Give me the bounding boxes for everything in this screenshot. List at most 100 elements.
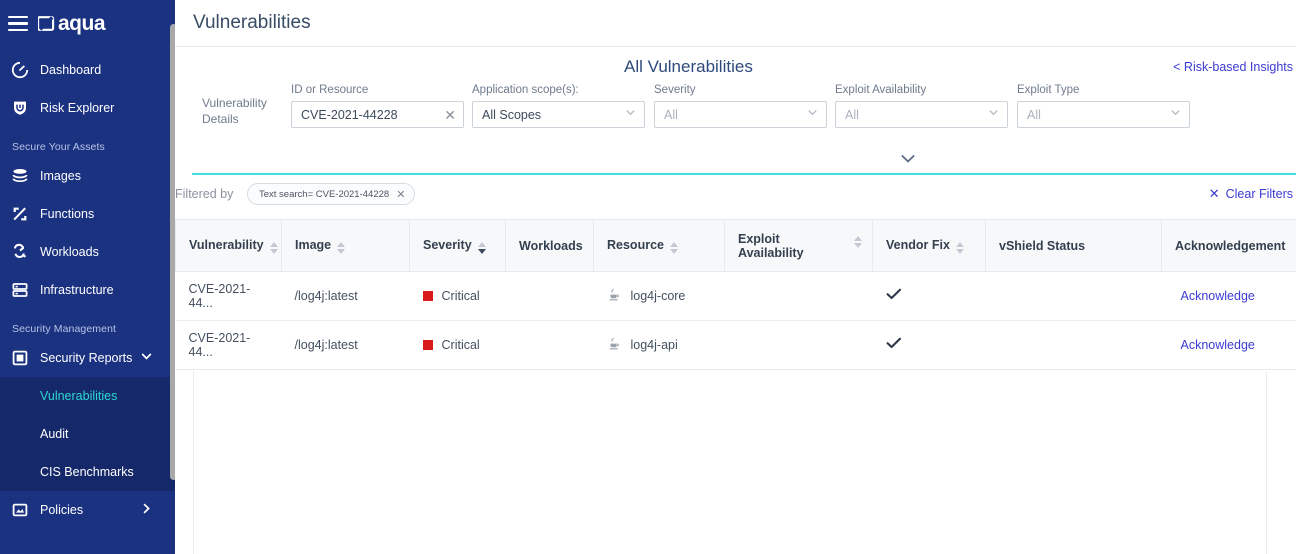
- sidebar-section-title-secure-your-assets: Secure Your Assets: [12, 141, 105, 153]
- sidebar-item-label: Security Reports: [40, 351, 133, 365]
- chevron-right-icon[interactable]: [140, 502, 153, 518]
- search-input-value: CVE-2021-44228: [301, 107, 398, 122]
- column-header-image[interactable]: Image: [281, 219, 410, 272]
- chevron-down-icon: [987, 106, 1000, 124]
- filter-chip-text-search[interactable]: Text search= CVE-2021-44228 ✕: [247, 183, 416, 205]
- cell-image: /log4j:latest: [281, 271, 410, 321]
- clear-filters-label: Clear Filters: [1225, 187, 1293, 201]
- cell-vendor-fix: [872, 320, 986, 370]
- severity-select[interactable]: All: [654, 101, 827, 128]
- page-header: Vulnerabilities: [175, 0, 1296, 47]
- cell-workloads: [505, 271, 594, 321]
- sidebar-item-infrastructure[interactable]: Infrastructure: [0, 271, 175, 309]
- sidebar-subitem-label: CIS Benchmarks: [40, 465, 134, 479]
- sidebar-item-policies[interactable]: Policies: [0, 491, 175, 529]
- column-header-resource[interactable]: Resource: [593, 219, 725, 272]
- column-header-vulnerability[interactable]: Vulnerability: [175, 219, 282, 272]
- acknowledge-link[interactable]: Acknowledge: [1181, 338, 1255, 352]
- java-resource-icon: [607, 336, 621, 354]
- chevron-down-icon: [806, 106, 819, 124]
- sidebar-item-dashboard[interactable]: Dashboard: [0, 51, 175, 89]
- filter-severity: Severity All: [654, 84, 827, 128]
- application-scopes-value: All Scopes: [482, 107, 542, 122]
- dashboard-gauge-icon: [10, 61, 29, 80]
- sidebar-item-audit[interactable]: Audit: [0, 415, 175, 453]
- sidebar-subitem-label: Vulnerabilities: [40, 389, 118, 403]
- chevron-down-icon: [624, 106, 637, 124]
- hamburger-menu-icon[interactable]: [8, 15, 28, 32]
- column-header-label: Exploit Availability: [738, 231, 804, 260]
- sort-icon-active-desc[interactable]: [477, 241, 486, 254]
- column-header-vendor-fix[interactable]: Vendor Fix: [872, 219, 986, 272]
- cell-exploit-availability: [724, 320, 873, 370]
- app-root: aqua Dashboard Risk Explorer Secure Your…: [0, 0, 1296, 554]
- clear-x-icon[interactable]: ✕: [444, 108, 456, 122]
- column-header-vshield-status[interactable]: vShield Status: [985, 219, 1162, 272]
- sidebar-item-label: Policies: [40, 503, 84, 517]
- column-header-exploit-availability[interactable]: Exploit Availability: [724, 219, 873, 272]
- sort-icon[interactable]: [854, 235, 862, 248]
- filter-exploit-availability: Exploit Availability All: [835, 84, 1008, 128]
- sort-icon[interactable]: [269, 241, 278, 254]
- column-header-label: Vendor Fix: [886, 237, 950, 252]
- sidebar-subitem-label: Audit: [40, 427, 69, 441]
- exploit-type-value: All: [1027, 107, 1041, 122]
- cell-vshield-status: [985, 271, 1162, 321]
- chip-remove-x-icon[interactable]: ✕: [396, 188, 405, 201]
- sidebar-item-vulnerabilities[interactable]: Vulnerabilities: [0, 377, 175, 415]
- exploit-type-select[interactable]: All: [1017, 101, 1190, 128]
- cell-vulnerability[interactable]: CVE-2021-44...: [175, 271, 282, 321]
- sidebar-item-label: Infrastructure: [40, 283, 114, 297]
- search-input[interactable]: CVE-2021-44228 ✕: [291, 101, 464, 128]
- column-header-label: Acknowledgement: [1175, 238, 1286, 253]
- workloads-icon: [10, 243, 29, 262]
- cell-image: /log4j:latest: [281, 320, 410, 370]
- severity-value: All: [664, 107, 678, 122]
- exploit-availability-select[interactable]: All: [835, 101, 1008, 128]
- shield-risk-icon: [10, 99, 29, 118]
- acknowledge-link[interactable]: Acknowledge: [1181, 289, 1255, 303]
- sidebar-item-security-reports[interactable]: Security Reports: [0, 339, 175, 377]
- cell-vulnerability[interactable]: CVE-2021-44...: [175, 320, 282, 370]
- aqua-logo[interactable]: aqua: [37, 12, 106, 35]
- sidebar-item-images[interactable]: Images: [0, 157, 175, 195]
- sidebar-item-functions[interactable]: Functions: [0, 195, 175, 233]
- sort-icon[interactable]: [669, 241, 678, 254]
- cell-acknowledgement: Acknowledge: [1161, 271, 1296, 321]
- sort-icon[interactable]: [955, 241, 964, 254]
- cell-vendor-fix: [872, 271, 986, 321]
- column-header-severity[interactable]: Severity: [409, 219, 506, 272]
- sidebar-item-risk-explorer[interactable]: Risk Explorer: [0, 89, 175, 127]
- clear-filters-button[interactable]: ✕ Clear Filters: [1209, 186, 1293, 202]
- aqua-logo-text: aqua: [58, 12, 106, 35]
- report-icon: [10, 349, 29, 368]
- filter-application-scopes: Application scope(s): All Scopes: [472, 84, 645, 128]
- table-row[interactable]: CVE-2021-44... /log4j:latest Critical lo…: [175, 271, 1296, 321]
- cell-acknowledgement: Acknowledge: [1161, 320, 1296, 370]
- sidebar-item-workloads[interactable]: Workloads: [0, 233, 175, 271]
- cell-severity: Critical: [409, 320, 506, 370]
- column-header-label: Vulnerability: [189, 237, 264, 252]
- column-header-workloads[interactable]: Workloads: [505, 219, 594, 272]
- table-header-row: Vulnerability Image Severity Workloads R…: [175, 219, 1296, 272]
- page-title: Vulnerabilities: [193, 12, 311, 33]
- sidebar-item-label: Risk Explorer: [40, 101, 115, 115]
- sidebar-item-label: Dashboard: [40, 63, 102, 77]
- chevron-down-icon[interactable]: [140, 350, 153, 366]
- column-header-label: vShield Status: [999, 238, 1086, 253]
- application-scopes-select[interactable]: All Scopes: [472, 101, 645, 128]
- main-content: Vulnerabilities All Vulnerabilities < Ri…: [175, 0, 1296, 554]
- sort-icon[interactable]: [337, 241, 346, 254]
- details-panel: [193, 371, 1267, 554]
- chevron-down-icon: [1169, 106, 1182, 124]
- column-header-acknowledgement[interactable]: Acknowledgement: [1161, 219, 1296, 272]
- table-header: Vulnerability Image Severity Workloads R…: [175, 219, 1296, 272]
- sidebar-item-cis-benchmarks[interactable]: CIS Benchmarks: [0, 453, 175, 491]
- filter-chip-label: Text search= CVE-2021-44228: [259, 188, 390, 200]
- sidebar-brand-row: aqua: [0, 0, 175, 47]
- filters-bar: Vulnerability Details ID or Resource CVE…: [175, 84, 1296, 151]
- risk-based-insights-link[interactable]: < Risk-based Insights: [1173, 60, 1293, 74]
- table-row[interactable]: CVE-2021-44... /log4j:latest Critical lo…: [175, 320, 1296, 370]
- check-icon: [886, 337, 902, 353]
- chevron-down-icon[interactable]: [899, 152, 917, 171]
